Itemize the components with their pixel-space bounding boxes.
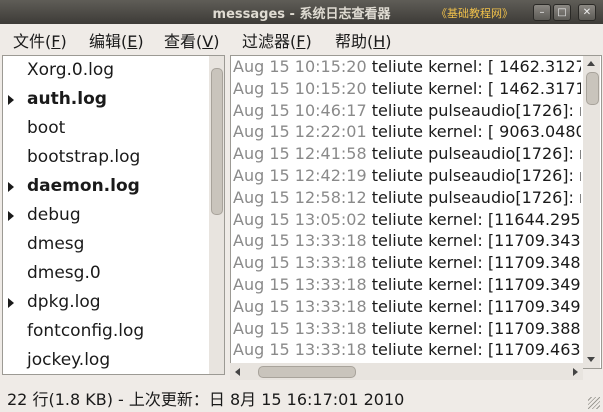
log-viewer-window: messages - 系统日志查看器 《基础教程网》 – □ ✕ 文件(F) 编… [0, 0, 603, 412]
tree-item[interactable]: dmesg.0 [3, 260, 206, 289]
log-row[interactable]: Aug 15 13:33:18 teliute kernel: [11709.3… [233, 275, 581, 297]
tree-item[interactable]: daemon.log [3, 173, 206, 202]
log-message: teliute kernel: [11709.4633 [366, 340, 581, 360]
log-message: teliute kernel: [11709.3494 [366, 275, 581, 294]
menu-view[interactable]: 查看(V) [164, 28, 219, 52]
tree-item-label: debug [27, 205, 81, 225]
log-timestamp: Aug 15 13:05:02 [233, 209, 367, 229]
log-row[interactable]: Aug 15 13:05:02 teliute kernel: [11644.2… [233, 210, 581, 232]
log-row[interactable]: Aug 15 12:58:12 teliute pulseaudio[1726]… [233, 188, 581, 210]
log-message: teliute pulseaudio[1726]: ra [366, 144, 581, 164]
log-timestamp: Aug 15 13:33:18 [233, 231, 367, 251]
tree-item[interactable]: dpkg.log [3, 289, 206, 318]
tree-item-label: fontconfig.log [27, 321, 145, 341]
tree-item-label: boot [27, 118, 66, 138]
log-row[interactable]: Aug 15 13:33:18 teliute kernel: [11709.3… [233, 319, 581, 341]
tree-item-label: Xorg.0.log [27, 60, 115, 80]
log-timestamp: Aug 15 12:42:19 [233, 166, 367, 185]
log-timestamp: Aug 15 10:15:20 [233, 78, 367, 98]
log-message: teliute kernel: [11709.3494 [366, 296, 581, 316]
scroll-left-arrow-icon[interactable] [235, 368, 240, 376]
expand-arrow-icon[interactable] [8, 95, 14, 105]
tree-item[interactable]: bootstrap.log [3, 144, 206, 173]
log-message: teliute pulseaudio[1726]: ra [366, 187, 581, 207]
log-row[interactable]: Aug 15 13:33:18 teliute kernel: [11709.3… [233, 253, 581, 275]
scroll-up-arrow-icon[interactable] [587, 61, 595, 66]
log-message: teliute kernel: [11709.3880 [366, 318, 581, 338]
log-row[interactable]: Aug 15 10:46:17 teliute pulseaudio[1726]… [233, 101, 581, 123]
log-row[interactable]: Aug 15 13:33:18 teliute kernel: [11709.3… [233, 297, 581, 319]
tree-item-label: bootstrap.log [27, 147, 141, 167]
log-view[interactable]: Aug 15 10:15:20 teliute kernel: [ 1462.3… [230, 55, 602, 369]
menu-bar: 文件(F) 编辑(E) 查看(V) 过滤器(F) 帮助(H) [0, 24, 603, 54]
log-message: teliute kernel: [11709.3486 [366, 253, 581, 273]
menu-file[interactable]: 文件(F) [13, 28, 67, 52]
log-horizontal-scrollbar[interactable] [230, 363, 583, 380]
log-file-tree[interactable]: Xorg.0.log auth.log boot bootstrap.log daemo… [2, 55, 225, 375]
tree-item-label: daemon.log [27, 176, 140, 196]
log-timestamp: Aug 15 12:58:12 [233, 187, 367, 207]
log-row[interactable]: Aug 15 12:42:19 teliute pulseaudio[1726]… [233, 166, 581, 188]
log-message: teliute pulseaudio[1726]: ra [366, 100, 581, 120]
log-message: teliute kernel: [ 9063.04801 [366, 122, 581, 142]
log-row[interactable]: Aug 15 13:33:18 teliute kernel: [11709.4… [233, 340, 581, 362]
log-message: teliute kernel: [ 1462.31274 [366, 57, 581, 76]
expand-arrow-icon[interactable] [8, 211, 14, 221]
log-timestamp: Aug 15 13:33:18 [233, 253, 367, 273]
log-message: teliute kernel: [11644.2957 [366, 209, 581, 229]
log-timestamp: Aug 15 10:46:17 [233, 100, 367, 120]
resize-grip-icon[interactable] [588, 397, 600, 409]
log-vertical-scrollbar[interactable] [583, 56, 600, 368]
log-row[interactable]: Aug 15 12:41:58 teliute pulseaudio[1726]… [233, 144, 581, 166]
close-button[interactable]: ✕ [578, 4, 596, 21]
tree-item-label: dmesg [27, 234, 85, 254]
log-row[interactable]: Aug 15 10:15:20 teliute kernel: [ 1462.3… [233, 79, 581, 101]
tree-scrollbar-thumb[interactable] [211, 68, 223, 215]
log-timestamp: Aug 15 13:33:18 [233, 340, 367, 360]
log-message: teliute kernel: [11709.3432 [366, 231, 581, 251]
log-timestamp: Aug 15 10:15:20 [233, 57, 367, 76]
tree-item[interactable]: jockey.log [3, 347, 206, 374]
expand-arrow-icon[interactable] [8, 298, 14, 308]
menu-help[interactable]: 帮助(H) [335, 28, 392, 52]
scroll-down-arrow-icon[interactable] [587, 357, 595, 362]
log-timestamp: Aug 15 12:22:01 [233, 122, 367, 142]
tree-item-label: auth.log [27, 89, 107, 109]
tree-item-label: dmesg.0 [27, 263, 101, 283]
log-horizontal-scrollbar-thumb[interactable] [258, 366, 356, 378]
status-bar: 22 行(1.8 KB) - 上次更新：日 8月 15 16:17:01 201… [0, 382, 603, 412]
tree-scrollbar[interactable] [209, 56, 224, 374]
menu-filter[interactable]: 过滤器(F) [242, 28, 312, 52]
log-row[interactable]: Aug 15 13:33:18 teliute kernel: [11709.3… [233, 231, 581, 253]
tree-item[interactable]: debug [3, 202, 206, 231]
maximize-button[interactable]: □ [553, 4, 571, 21]
log-timestamp: Aug 15 12:41:58 [233, 144, 367, 164]
watermark-text: 《基础教程网》 [436, 7, 513, 20]
log-vertical-scrollbar-thumb[interactable] [586, 72, 599, 105]
scroll-right-arrow-icon[interactable] [573, 368, 578, 376]
log-timestamp: Aug 15 13:33:18 [233, 318, 367, 338]
expand-arrow-icon[interactable] [8, 182, 14, 192]
tree-item[interactable]: boot [3, 115, 206, 144]
log-row[interactable]: Aug 15 10:15:20 teliute kernel: [ 1462.3… [233, 57, 581, 79]
tree-item[interactable]: Xorg.0.log [3, 57, 206, 86]
menu-edit[interactable]: 编辑(E) [89, 28, 144, 52]
log-message: teliute kernel: [ 1462.31711 [366, 78, 581, 98]
tree-item-label: jockey.log [27, 350, 111, 370]
log-timestamp: Aug 15 13:33:18 [233, 296, 367, 316]
tree-item[interactable]: dmesg [3, 231, 206, 260]
title-bar[interactable]: messages - 系统日志查看器 《基础教程网》 – □ ✕ [0, 0, 603, 24]
tree-item[interactable]: fontconfig.log [3, 318, 206, 347]
log-message: teliute pulseaudio[1726]: ra [366, 166, 581, 185]
minimize-button[interactable]: – [533, 4, 551, 21]
log-row[interactable]: Aug 15 12:22:01 teliute kernel: [ 9063.0… [233, 122, 581, 144]
tree-item-label: dpkg.log [27, 292, 101, 312]
status-text: 22 行(1.8 KB) - 上次更新：日 8月 15 16:17:01 201… [7, 390, 405, 409]
log-timestamp: Aug 15 13:33:18 [233, 275, 367, 294]
tree-item[interactable]: auth.log [3, 86, 206, 115]
